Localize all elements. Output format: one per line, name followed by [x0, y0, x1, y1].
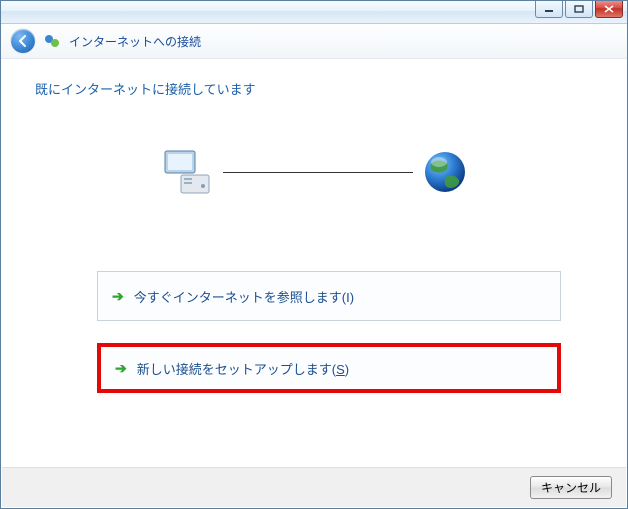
connection-line	[223, 172, 413, 173]
option-label: 新しい接続をセットアップします(S)	[137, 359, 349, 378]
back-button[interactable]	[11, 29, 35, 53]
page-title: インターネットへの接続	[69, 33, 201, 50]
connection-illustration	[11, 147, 617, 197]
status-message: 既にインターネットに接続しています	[35, 79, 256, 98]
arrow-right-icon: ➔	[112, 288, 124, 305]
option-label: 今すぐインターネットを参照します(I)	[134, 287, 354, 306]
body: 既にインターネットに接続しています	[11, 69, 617, 460]
cancel-button[interactable]: キャンセル	[530, 476, 612, 499]
wizard-window: インターネットへの接続 既にインターネットに接続しています	[0, 0, 628, 509]
setup-new-connection-option[interactable]: ➔ 新しい接続をセットアップします(S)	[97, 343, 561, 393]
titlebar	[1, 1, 627, 24]
network-icon	[43, 32, 61, 50]
computer-icon	[159, 147, 215, 197]
maximize-button[interactable]	[565, 1, 593, 18]
header: インターネットへの接続	[1, 24, 627, 59]
browse-now-option[interactable]: ➔ 今すぐインターネットを参照します(I)	[97, 271, 561, 321]
footer: キャンセル	[2, 467, 626, 507]
caption-buttons	[535, 1, 623, 18]
arrow-right-icon: ➔	[115, 360, 127, 377]
close-button[interactable]	[595, 1, 623, 18]
globe-icon	[421, 148, 469, 196]
minimize-button[interactable]	[535, 1, 563, 18]
options: ➔ 今すぐインターネットを参照します(I) ➔ 新しい接続をセットアップします(…	[97, 271, 561, 393]
